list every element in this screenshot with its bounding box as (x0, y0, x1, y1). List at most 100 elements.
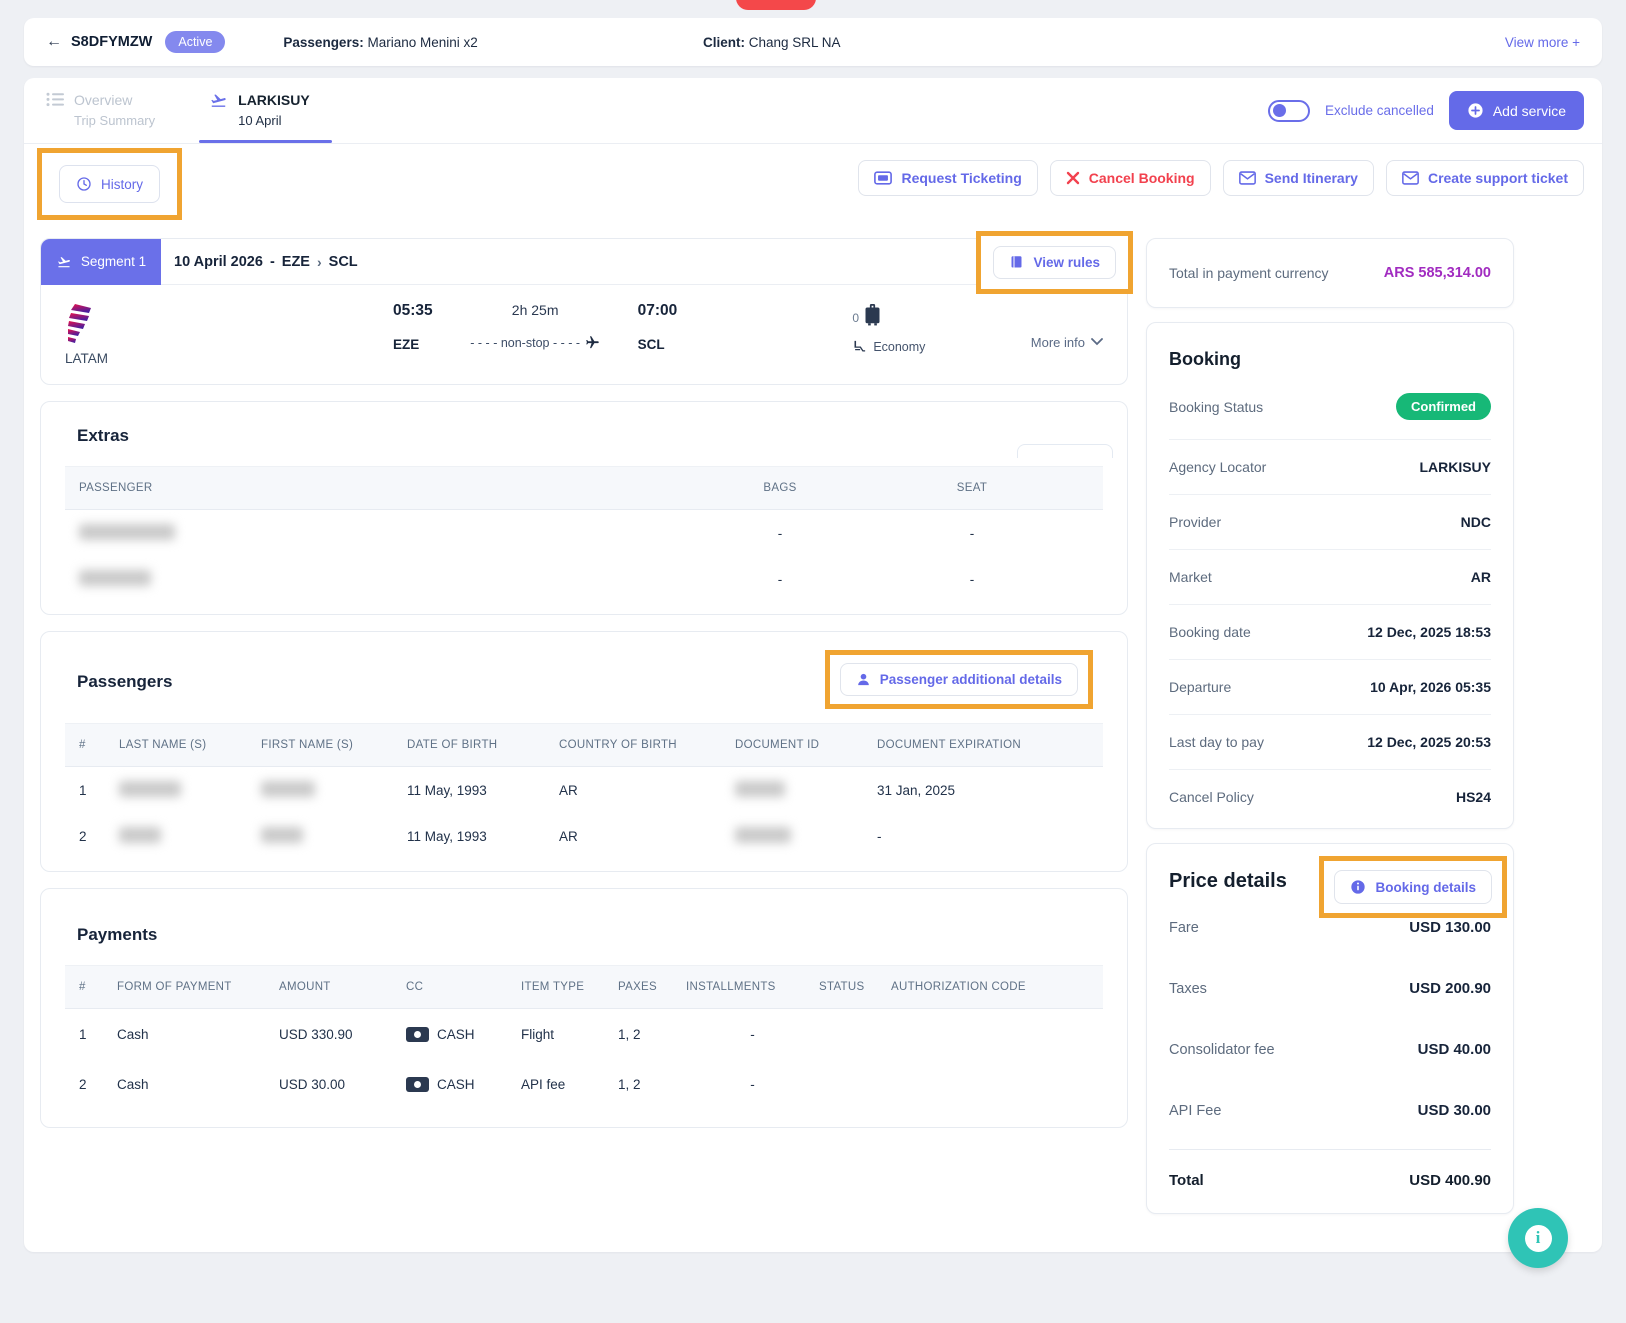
tab-bar: Overview Trip Summary LARKISUY 10 April … (24, 78, 1602, 144)
exclude-cancelled-label: Exclude cancelled (1325, 103, 1434, 118)
booking-row-cancel-policy: Cancel Policy HS24 (1169, 770, 1491, 824)
redacted-passenger-name (79, 524, 175, 540)
passengers-label: Passengers: (283, 35, 363, 50)
back-arrow-icon[interactable]: ← (46, 33, 62, 51)
help-info-fab[interactable]: i (1508, 1208, 1568, 1268)
extras-row: - - (65, 556, 1103, 602)
passenger-row: 2 11 May, 1993 AR - (65, 813, 1103, 859)
exclude-cancelled-toggle[interactable] (1268, 100, 1310, 122)
request-ticketing-button[interactable]: Request Ticketing (858, 160, 1037, 196)
latam-logo (65, 302, 92, 344)
notification-toast (736, 0, 816, 10)
booking-header-bar: ← S8DFYMZW Active Passengers: Mariano Me… (24, 18, 1602, 66)
redacted-document-id (735, 827, 791, 843)
history-button[interactable]: History (59, 165, 160, 203)
price-row-total: Total USD 400.90 (1169, 1149, 1491, 1197)
envelope-icon (1239, 171, 1256, 185)
toolbar-row: History Request Ticketing Cancel Booking (24, 144, 1602, 222)
passengers-title: Passengers (77, 672, 172, 692)
payment-row: 1 Cash USD 330.90 CASH Flight 1, 2 - (65, 1009, 1103, 1059)
payment-total-value: ARS 585,314.00 (1384, 265, 1491, 281)
passengers-summary: Passengers: Mariano Menini x2 (283, 35, 477, 50)
flight-takeoff-icon (56, 255, 72, 269)
tab-overview-subtitle: Trip Summary (74, 113, 155, 128)
client-summary: Client: Chang SRL NA (703, 35, 841, 50)
send-itinerary-button[interactable]: Send Itinerary (1223, 160, 1374, 196)
price-details-title: Price details (1169, 870, 1287, 893)
segment-tab[interactable]: Segment 1 (41, 239, 161, 285)
book-icon (1009, 255, 1024, 270)
booking-reference: S8DFYMZW (71, 34, 152, 50)
x-icon (1066, 171, 1080, 185)
list-icon (46, 92, 64, 107)
segment-date-route: 10 April 2026 - EZE › SCL (174, 254, 358, 270)
booking-row-agency-locator: Agency Locator LARKISUY (1169, 440, 1491, 495)
tab-segment[interactable]: LARKISUY 10 April (205, 78, 314, 143)
segment-card: Segment 1 10 April 2026 - EZE › SCL (40, 238, 1128, 385)
passengers-card: Passengers Passenger additional details … (40, 631, 1128, 872)
status-badge: Active (165, 31, 225, 53)
cabin-class: Economy (873, 340, 925, 354)
payment-row: 2 Cash USD 30.00 CASH API fee 1, 2 - (65, 1059, 1103, 1109)
main-panel: Overview Trip Summary LARKISUY 10 April … (24, 78, 1602, 1252)
tab-segment-title: LARKISUY (238, 92, 310, 108)
more-info-link[interactable]: More info (1031, 335, 1103, 350)
cash-icon (406, 1027, 429, 1042)
highlight-history: History (37, 148, 182, 220)
stops-text: - - - - non-stop - - - - (470, 336, 580, 350)
booking-info-card: Booking Booking Status Confirmed Agency … (1146, 322, 1514, 829)
chevron-right-icon: › (317, 254, 322, 270)
duration-block: 2h 25m - - - - non-stop - - - - (433, 302, 638, 352)
booking-row-status: Booking Status Confirmed (1169, 374, 1491, 440)
redacted-passenger-name (79, 570, 151, 586)
redacted-document-id (735, 781, 785, 797)
cut-off-control (1017, 444, 1113, 458)
person-icon (856, 672, 871, 687)
payments-table-header: # FORM OF PAYMENT AMOUNT CC ITEM TYPE PA… (65, 965, 1103, 1009)
flight-times: 05:35 EZE 2h 25m - - - - non-stop - - - … (393, 302, 677, 352)
active-tab-indicator (199, 140, 332, 143)
extras-title: Extras (77, 426, 1127, 446)
view-rules-button[interactable]: View rules (993, 246, 1116, 279)
price-row-taxes: Taxes USD 200.90 (1169, 958, 1491, 1019)
tab-overview-title: Overview (74, 92, 155, 108)
airline-name: LATAM (65, 351, 393, 366)
highlight-view-rules: View rules (976, 231, 1133, 294)
passenger-row: 1 11 May, 1993 AR 31 Jan, 2025 (65, 767, 1103, 813)
passengers-value: Mariano Menini x2 (367, 35, 477, 50)
tab-overview[interactable]: Overview Trip Summary (42, 78, 159, 143)
price-row-consolidator-fee: Consolidator fee USD 40.00 (1169, 1019, 1491, 1080)
booking-row-market: Market AR (1169, 550, 1491, 605)
passenger-additional-details-button[interactable]: Passenger additional details (840, 663, 1078, 696)
add-service-button[interactable]: Add service (1449, 91, 1584, 130)
payments-card: Payments # FORM OF PAYMENT AMOUNT CC ITE… (40, 888, 1128, 1128)
info-icon (1350, 879, 1366, 895)
client-label: Client: (703, 35, 745, 50)
arrival-block: 07:00 SCL (638, 302, 678, 352)
cancel-booking-button[interactable]: Cancel Booking (1050, 160, 1211, 196)
passengers-table-header: # LAST NAME (S) FIRST NAME (S) DATE OF B… (65, 723, 1103, 767)
price-details-card: Price details Booking details Fare USD 1… (1146, 843, 1514, 1214)
payment-total-label: Total in payment currency (1169, 265, 1329, 281)
chevron-down-icon (1091, 338, 1103, 346)
view-more-link[interactable]: View more + (1505, 35, 1580, 50)
envelope-icon (1402, 171, 1419, 185)
info-icon: i (1525, 1225, 1552, 1252)
booking-row-departure: Departure 10 Apr, 2026 05:35 (1169, 660, 1491, 715)
highlight-booking-details: Booking details (1319, 856, 1507, 918)
redacted-first-name (261, 781, 315, 797)
cash-icon (406, 1077, 429, 1092)
ticket-icon (874, 171, 892, 185)
toggle-knob (1273, 104, 1286, 117)
client-value: Chang SRL NA (749, 35, 841, 50)
bags-count: 0 (852, 311, 859, 325)
booking-details-button[interactable]: Booking details (1334, 870, 1492, 904)
seat-icon (852, 339, 867, 354)
suitcase-icon (862, 302, 883, 327)
create-support-ticket-button[interactable]: Create support ticket (1386, 160, 1584, 196)
redacted-last-name (119, 781, 181, 797)
booking-row-booking-date: Booking date 12 Dec, 2025 18:53 (1169, 605, 1491, 660)
redacted-first-name (261, 827, 303, 843)
redacted-last-name (119, 827, 161, 843)
price-row-api-fee: API Fee USD 30.00 (1169, 1080, 1491, 1141)
